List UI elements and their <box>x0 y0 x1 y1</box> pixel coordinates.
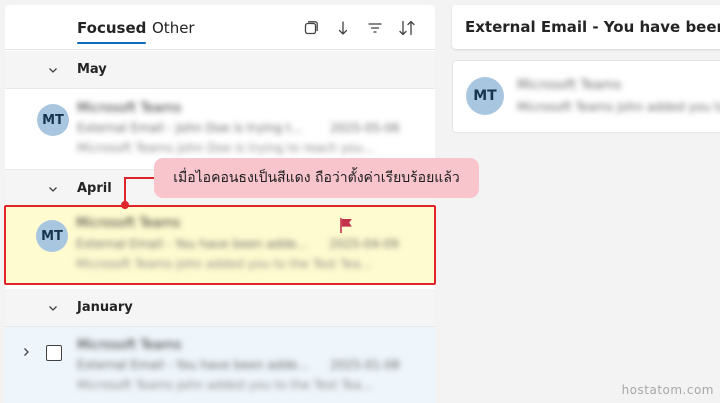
group-header-may[interactable]: May <box>5 51 435 89</box>
flag-icon[interactable] <box>338 217 354 233</box>
chevron-down-icon <box>49 187 57 192</box>
avatar: MT <box>466 77 504 115</box>
group-label: April <box>77 181 112 196</box>
reading-pane-header: External Email - You have been added <box>452 5 720 49</box>
callout-leader-dot <box>121 201 129 209</box>
mail-preview: Microsoft Teams John Doe is trying to re… <box>77 141 375 155</box>
mail-preview: Microsoft Teams John added you to the Te… <box>76 257 372 271</box>
group-label: January <box>77 300 133 315</box>
mail-subject: External Email - You have been adde... <box>77 358 309 372</box>
sort-icon[interactable] <box>396 17 418 39</box>
flagged-mail-item[interactable]: MT Microsoft Teams External Email - You … <box>4 205 436 285</box>
filter-icon[interactable] <box>364 17 386 39</box>
mail-date: 2025-04-09 <box>329 237 399 251</box>
mail-date: 2025-05-06 <box>330 121 400 135</box>
mail-subject: External Email - You have been adde... <box>76 237 308 251</box>
avatar: MT <box>37 104 69 136</box>
callout-leader-line <box>124 177 154 179</box>
watermark: hostatom.com <box>621 383 714 397</box>
chevron-down-icon <box>49 68 57 73</box>
mail-sender: Microsoft Teams <box>77 101 182 116</box>
tab-focused[interactable]: Focused <box>77 18 147 44</box>
mail-tabs-bar: Focused Other <box>5 5 435 50</box>
mail-item[interactable]: Microsoft Teams External Email - You hav… <box>5 327 435 403</box>
sort-direction-icon[interactable] <box>332 17 354 39</box>
select-mode-icon[interactable] <box>300 17 322 39</box>
mail-subject: External Email - John Doe is trying t... <box>77 121 303 135</box>
chevron-down-icon <box>49 306 57 311</box>
tab-other[interactable]: Other <box>152 18 195 38</box>
reading-pane-message-card[interactable]: MT Microsoft Teams Microsoft Teams John … <box>452 60 720 133</box>
reading-pane-subject: External Email - You have been added <box>465 18 720 36</box>
avatar: MT <box>36 220 68 252</box>
group-header-january[interactable]: January <box>5 289 435 327</box>
annotation-callout: เมื่อไอคอนธงเป็นสีแดง ถือว่าตั้งค่าเรียบ… <box>154 158 479 198</box>
reading-pane-preview: Microsoft Teams John added you to <box>517 100 720 114</box>
mail-list-pane: Focused Other May MT Microsoft Teams Ext… <box>5 5 435 403</box>
select-checkbox[interactable] <box>46 345 62 361</box>
mail-preview: Microsoft Teams John added you to the Te… <box>77 378 373 392</box>
chevron-right-icon[interactable] <box>20 346 32 358</box>
mail-sender: Microsoft Teams <box>76 216 181 231</box>
mail-sender: Microsoft Teams <box>77 338 182 353</box>
group-label: May <box>77 62 107 77</box>
mail-date: 2025-01-08 <box>330 358 400 372</box>
reading-pane-sender: Microsoft Teams <box>517 78 622 93</box>
